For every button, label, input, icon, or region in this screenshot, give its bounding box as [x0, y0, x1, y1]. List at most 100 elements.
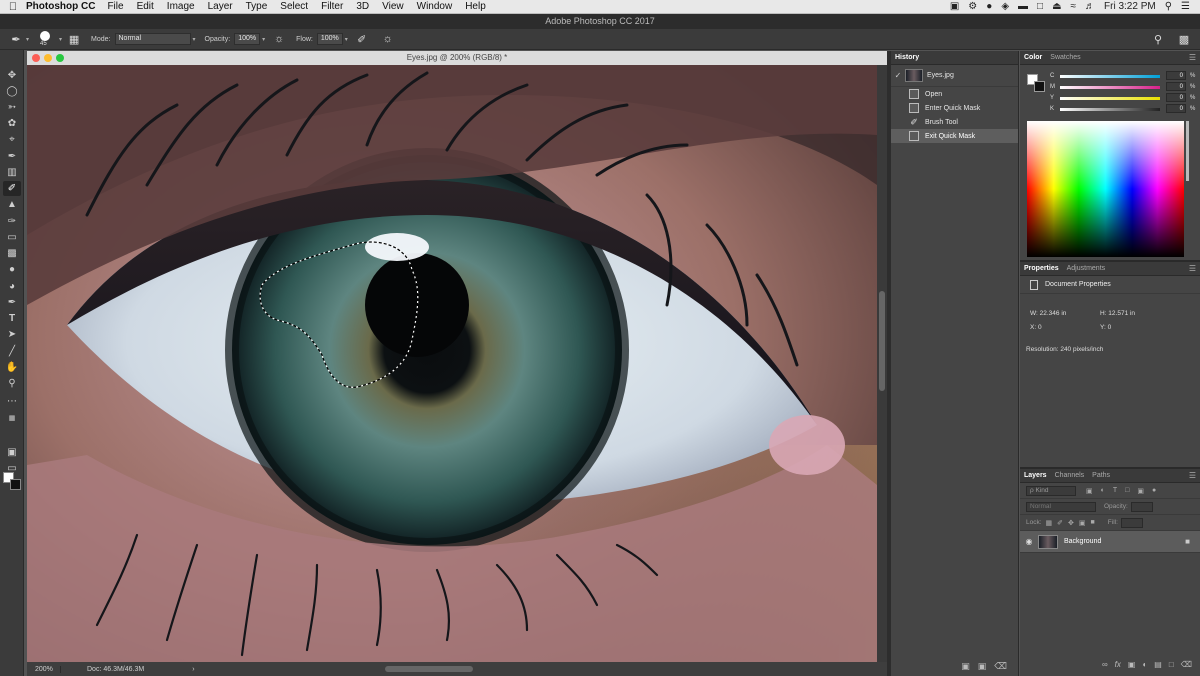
filter-shape-icon[interactable]: □ [1125, 487, 1129, 494]
creative-cloud-icon[interactable]: ● [986, 1, 992, 12]
flow-input[interactable]: 100% [316, 33, 343, 45]
channel-value-input[interactable]: 0 [1166, 104, 1186, 113]
filter-smart-object-icon[interactable]: ▣ [1137, 487, 1144, 495]
clone-stamp-tool-icon[interactable]: ▲ [3, 197, 21, 212]
lock-artboard-icon[interactable]: ▣ [1079, 519, 1086, 527]
airbrush-icon[interactable]: ✐ [354, 31, 370, 47]
zoom-window-icon[interactable] [56, 54, 64, 62]
document-tab[interactable]: Eyes.jpg @ 200% (RGB/8) * [27, 51, 887, 65]
camera-icon[interactable]: ▣ [950, 1, 959, 12]
default-colors-icon[interactable]: ▦ [3, 410, 21, 425]
filter-adjustment-icon[interactable]: ◐ [1101, 487, 1105, 494]
layer-opacity-input[interactable] [1130, 501, 1153, 512]
tab-paths[interactable]: Paths [1092, 472, 1110, 479]
channel-slider[interactable] [1060, 97, 1160, 100]
new-document-from-state-icon[interactable]: ▣ [961, 661, 970, 672]
color-spectrum[interactable] [1027, 121, 1184, 257]
layer-fill-input[interactable] [1120, 517, 1143, 528]
add-mask-icon[interactable]: ▣ [1128, 660, 1136, 669]
tab-channels[interactable]: Channels [1055, 472, 1085, 479]
history-item-enter-quick-mask[interactable]: Enter Quick Mask [891, 101, 1018, 115]
tab-adjustments[interactable]: Adjustments [1067, 265, 1106, 272]
hand-tool-icon[interactable]: ✋ [3, 360, 21, 375]
layer-kind-filter[interactable]: ρ Kind [1026, 485, 1076, 496]
zoom-level[interactable]: 200% [27, 665, 61, 673]
brush-preset-icon[interactable]: ✒ [8, 31, 24, 47]
zoom-tool-icon[interactable]: ⚲ [3, 376, 21, 391]
horizontal-scroll-thumb[interactable] [385, 666, 473, 672]
history-snapshot[interactable]: ✓ Eyes.jpg [891, 65, 1018, 87]
eject-icon[interactable]: ⏏ [1052, 1, 1061, 12]
marquee-tool-icon[interactable]: ◯ [3, 84, 21, 99]
path-selection-tool-icon[interactable]: ➤ [3, 327, 21, 342]
chevron-down-icon[interactable]: ▾ [193, 36, 196, 43]
history-item-open[interactable]: Open [891, 87, 1018, 101]
filter-toggle-icon[interactable]: ● [1152, 487, 1156, 494]
layer-name[interactable]: Background [1064, 538, 1101, 545]
gradient-tool-icon[interactable]: ▩ [3, 246, 21, 261]
link-layers-icon[interactable]: ∞ [1102, 660, 1108, 669]
disk-icon[interactable]: ▬ [1018, 1, 1028, 12]
tab-color[interactable]: Color [1024, 54, 1042, 61]
brush-panel-toggle-icon[interactable]: ▦ [66, 31, 82, 47]
lasso-tool-icon[interactable]: ➳ [3, 100, 21, 115]
history-item-brush-tool[interactable]: ✐ Brush Tool [891, 115, 1018, 129]
vertical-scroll-thumb[interactable] [879, 291, 885, 391]
channel-value-input[interactable]: 0 [1166, 82, 1186, 91]
volume-icon[interactable]: ♬ [1085, 1, 1095, 12]
lock-pixels-icon[interactable]: ✐ [1057, 519, 1063, 527]
chevron-down-icon[interactable]: ▾ [345, 36, 348, 43]
panel-menu-icon[interactable]: ☰ [1189, 264, 1196, 273]
quick-selection-tool-icon[interactable]: ✿ [3, 116, 21, 131]
layer-style-fx-icon[interactable]: fx [1115, 660, 1121, 669]
lock-transparent-icon[interactable]: ▦ [1046, 519, 1053, 527]
channel-value-input[interactable]: 0 [1166, 71, 1186, 80]
screen-mode-icon[interactable]: ▭ [3, 461, 21, 476]
panel-menu-icon[interactable]: ☰ [1189, 53, 1196, 62]
blur-tool-icon[interactable]: ● [3, 262, 21, 277]
menu-file[interactable]: File [107, 1, 123, 12]
filter-type-icon[interactable]: T [1113, 487, 1117, 494]
channel-slider[interactable] [1060, 108, 1160, 111]
search-icon[interactable]: ⚲ [1150, 31, 1166, 47]
pressure-size-icon[interactable]: ☼ [380, 31, 396, 47]
eyedropper-tool-icon[interactable]: ✒ [3, 149, 21, 164]
eraser-tool-icon[interactable]: ▭ [3, 230, 21, 245]
menu-edit[interactable]: Edit [137, 1, 154, 12]
brush-size-picker[interactable]: 45 [35, 29, 57, 49]
new-group-folder-icon[interactable]: ▤ [1154, 660, 1162, 669]
menu-view[interactable]: View [382, 1, 404, 12]
menu-app-name[interactable]: Photoshop CC [26, 1, 95, 12]
menu-help[interactable]: Help [465, 1, 486, 12]
trash-icon[interactable]: ⌫ [1181, 660, 1192, 669]
spotlight-search-icon[interactable]: ⚲ [1165, 1, 1172, 12]
adjustment-layer-icon[interactable]: ◐ [1142, 660, 1147, 669]
menu-select[interactable]: Select [280, 1, 308, 12]
chevron-down-icon[interactable]: ▾ [26, 36, 29, 43]
tab-layers[interactable]: Layers [1024, 472, 1047, 479]
filter-pixel-icon[interactable]: ▣ [1086, 487, 1093, 495]
lock-all-icon[interactable]: ■ [1091, 519, 1095, 526]
menu-clock[interactable]: Fri 3:22 PM [1104, 1, 1156, 12]
blend-mode-select[interactable]: Normal [1026, 501, 1096, 512]
chevron-down-icon[interactable]: ▾ [262, 36, 265, 43]
background-color-swatch[interactable] [10, 479, 21, 490]
vertical-scrollbar[interactable] [877, 65, 887, 662]
trash-icon[interactable]: ⌫ [994, 661, 1007, 672]
channel-value-input[interactable]: 0 [1166, 93, 1186, 102]
menu-window[interactable]: Window [417, 1, 453, 12]
panel-menu-icon[interactable]: ☰ [1189, 471, 1196, 480]
pressure-opacity-icon[interactable]: ☼ [271, 31, 287, 47]
background-color-swatch[interactable] [1034, 81, 1045, 92]
menu-image[interactable]: Image [167, 1, 195, 12]
tab-history[interactable]: History [895, 54, 919, 61]
snapshot-camera-icon[interactable]: ▣ [978, 661, 987, 672]
gear-icon[interactable]: ⚙ [968, 1, 977, 12]
apple-icon[interactable]:  [0, 1, 26, 13]
color-panel-scrollbar[interactable] [1186, 121, 1189, 181]
tab-swatches[interactable]: Swatches [1050, 54, 1080, 61]
workspace-icon[interactable]: ▩ [1176, 31, 1192, 47]
menu-filter[interactable]: Filter [321, 1, 343, 12]
menu-layer[interactable]: Layer [208, 1, 233, 12]
menu-type[interactable]: Type [246, 1, 268, 12]
